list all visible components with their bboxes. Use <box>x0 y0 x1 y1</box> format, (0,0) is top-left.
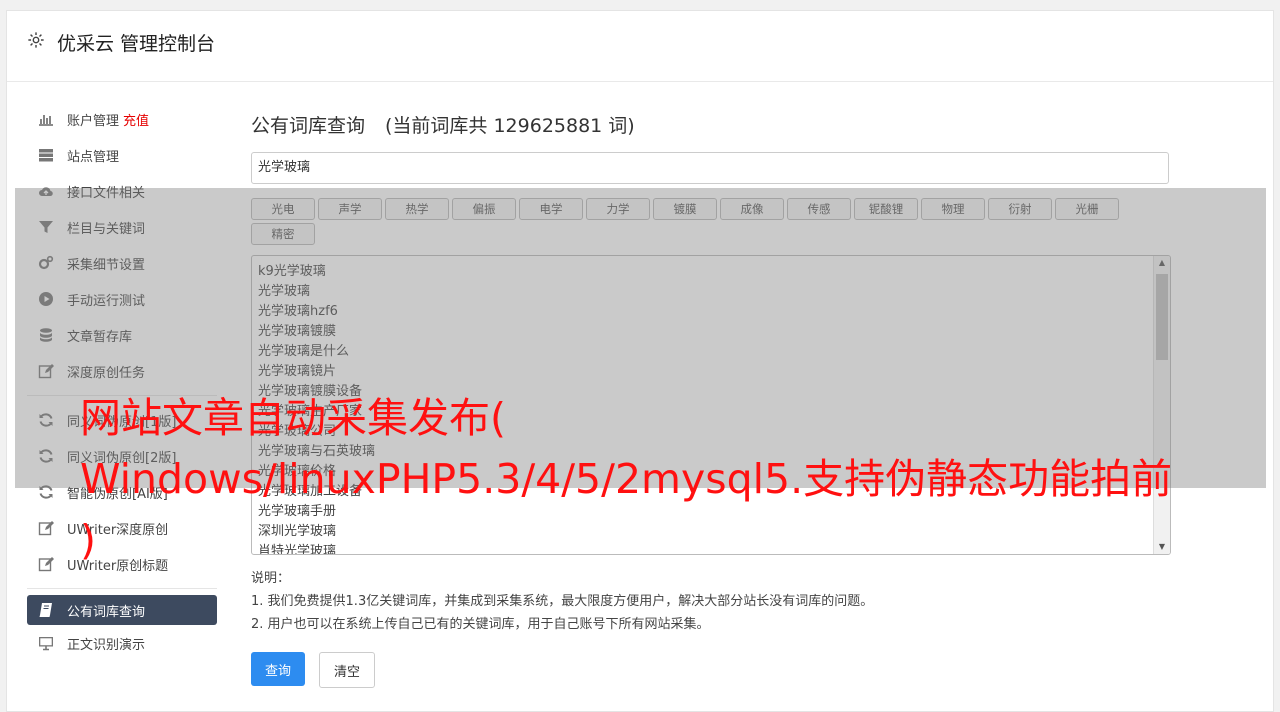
sidebar-item-body-detect[interactable]: 正文识别演示 <box>27 625 217 661</box>
bar-chart-icon <box>37 111 55 127</box>
sidebar-item-account[interactable]: 账户管理 充值 <box>27 101 217 137</box>
edit-icon <box>37 556 55 572</box>
monitor-icon <box>37 635 55 651</box>
page-title-text: 公有词库查询 <box>251 115 366 137</box>
edit-icon <box>37 520 55 536</box>
note-line: 2. 用户也可以在系统上传自己已有的关键词库，用于自己账号下所有网站采集。 <box>251 617 710 632</box>
query-button[interactable]: 查询 <box>251 652 305 686</box>
keyword-input[interactable]: 光学玻璃 <box>251 152 1169 184</box>
gear-icon <box>27 31 45 49</box>
sidebar-item-label: 正文识别演示 <box>67 637 146 653</box>
sidebar-item-public-lexicon[interactable]: 公有词库查询 <box>27 595 217 625</box>
sidebar-item-label: 账户管理 <box>67 113 120 129</box>
sidebar-divider <box>27 588 217 589</box>
book-icon <box>37 602 55 618</box>
note-line: 1. 我们免费提供1.3亿关键词库，并集成到采集系统，最大限度方便用户，解决大部… <box>251 594 874 609</box>
watermark-line: 网站文章自动采集发布( <box>80 394 506 442</box>
sidebar-item-label: 站点管理 <box>67 149 120 165</box>
header: 优采云 管理控制台 <box>7 11 1273 82</box>
app-title: 优采云 管理控制台 <box>57 33 216 55</box>
watermark-text: 网站文章自动采集发布( Windows/linuxPHP5.3/4/5/2mys… <box>80 388 1240 571</box>
recharge-link[interactable]: 充值 <box>123 110 149 129</box>
sidebar-item-sites[interactable]: 站点管理 <box>27 137 217 173</box>
lexicon-count: (当前词库共 129625881 词) <box>385 115 635 137</box>
clear-button[interactable]: 清空 <box>319 652 375 688</box>
sidebar-item-label: 公有词库查询 <box>67 604 146 620</box>
watermark-line: ) <box>80 516 96 564</box>
server-icon <box>37 147 55 163</box>
page-title: 公有词库查询 (当前词库共 129625881 词) <box>251 111 1171 141</box>
notes: 说明： 1. 我们免费提供1.3亿关键词库，并集成到采集系统，最大限度方便用户，… <box>251 567 1171 636</box>
action-buttons: 查询 清空 <box>251 652 1171 688</box>
watermark-line: Windows/linuxPHP5.3/4/5/2mysql5.支持伪静态功能拍… <box>80 455 1173 503</box>
